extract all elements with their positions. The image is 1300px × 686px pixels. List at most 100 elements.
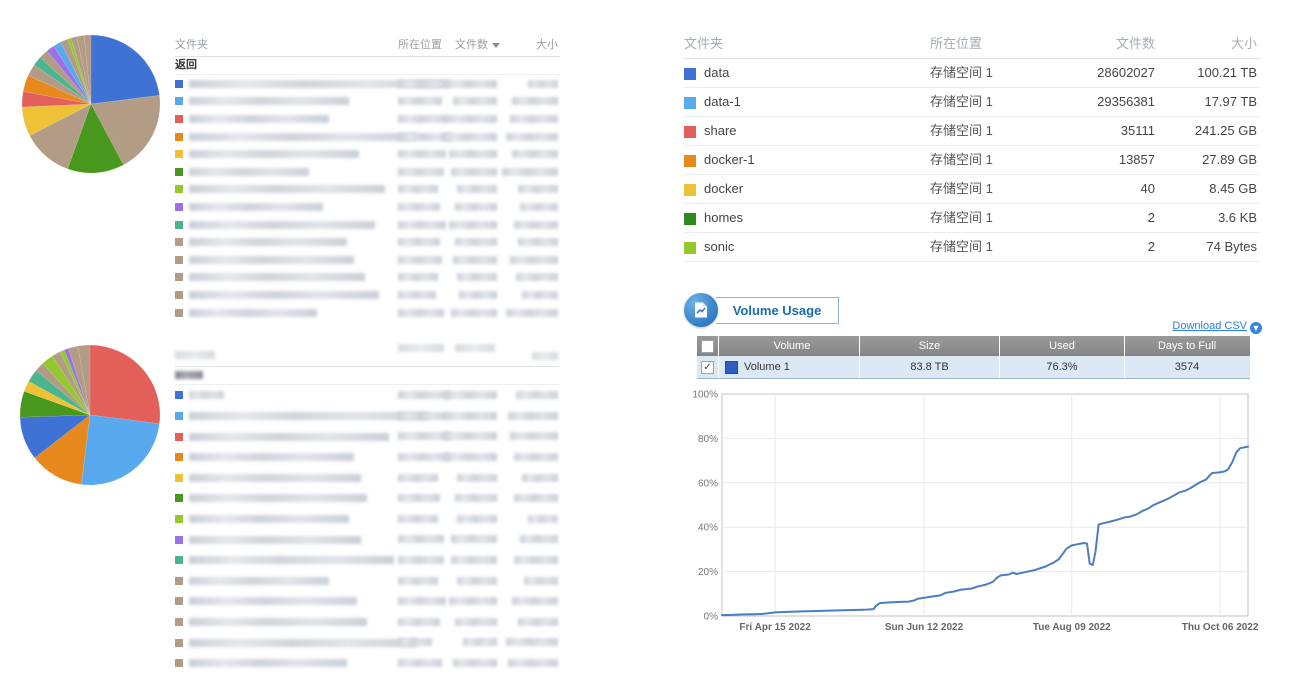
folder-row-blurred[interactable]	[175, 467, 560, 488]
folder-row-blurred[interactable]	[175, 632, 560, 653]
download-icon[interactable]: ▼	[1250, 322, 1262, 334]
blurred-filecount	[443, 432, 497, 440]
folder-row-docker-1[interactable]: docker-1存储空间 11385727.89 GB	[684, 146, 1260, 175]
blurred-filecount	[457, 515, 497, 523]
folder-color-swatch	[175, 221, 183, 229]
folder-row-blurred[interactable]	[175, 447, 560, 468]
folder-size: 3.6 KB	[1218, 204, 1257, 232]
folder-size-pie-chart-top[interactable]	[21, 34, 161, 174]
blurred-filecount	[445, 391, 497, 399]
blurred-location	[398, 150, 446, 158]
pie-slice-blue[interactable]	[91, 35, 159, 104]
folder-row-blurred[interactable]	[175, 110, 560, 128]
folder-row-blurred[interactable]	[175, 163, 560, 181]
table-header-row-blurred	[175, 344, 560, 367]
folder-size: 8.45 GB	[1209, 175, 1257, 203]
folder-color-swatch	[175, 639, 183, 647]
column-filecount[interactable]: 文件数	[1116, 30, 1155, 58]
pie-slice-lightblue[interactable]	[81, 415, 159, 485]
volume-size: 83.8 TB	[860, 356, 1000, 378]
blurred-location	[398, 659, 442, 667]
folder-row-blurred[interactable]	[175, 251, 560, 269]
pie-slice-red[interactable]	[90, 345, 160, 424]
back-link[interactable]: 返回	[175, 57, 560, 75]
folder-row-blurred[interactable]	[175, 612, 560, 633]
section-title: Volume Usage	[733, 303, 822, 318]
column-location[interactable]: 所在位置	[398, 34, 442, 56]
folder-row-blurred[interactable]	[175, 509, 560, 530]
folder-row-data[interactable]: data存储空间 128602027100.21 TB	[684, 59, 1260, 88]
folder-color-swatch	[175, 291, 183, 299]
volume-row[interactable]: ✓ Volume 1 83.8 TB 76.3% 3574	[697, 356, 1250, 378]
folder-color-swatch	[175, 80, 183, 88]
folder-row-blurred[interactable]	[175, 304, 560, 322]
back-link-blurred[interactable]	[175, 367, 560, 385]
blurred-folder-name	[189, 639, 417, 647]
folder-color-swatch	[175, 412, 183, 420]
folder-color-swatch	[175, 597, 183, 605]
folder-color-swatch	[175, 150, 183, 158]
blurred-location	[398, 291, 436, 299]
folder-row-blurred[interactable]	[175, 75, 560, 93]
folder-row-blurred[interactable]	[175, 653, 560, 674]
folder-row-blurred[interactable]	[175, 93, 560, 111]
folder-row-blurred[interactable]	[175, 145, 560, 163]
folder-color-swatch	[175, 659, 183, 667]
folder-row-blurred[interactable]	[175, 591, 560, 612]
folder-color-swatch	[175, 238, 183, 246]
blurred-folder-name	[189, 659, 347, 667]
blurred-filecount	[445, 453, 497, 461]
folder-row-blurred[interactable]	[175, 550, 560, 571]
blurred-folder-name	[189, 391, 224, 399]
blurred-location	[398, 412, 448, 420]
folder-color-swatch	[175, 577, 183, 585]
blurred-size	[512, 597, 558, 605]
blurred-filecount	[449, 597, 497, 605]
blurred-location	[398, 273, 438, 281]
column-size[interactable]: 大小	[536, 34, 558, 56]
folder-row-share[interactable]: share存储空间 135111241.25 GB	[684, 117, 1260, 146]
column-filecount-sorted[interactable]: 文件数	[455, 34, 500, 56]
blurred-location	[398, 515, 438, 523]
folder-row-blurred[interactable]	[175, 385, 560, 406]
folder-row-blurred[interactable]	[175, 529, 560, 550]
folder-row-blurred[interactable]	[175, 128, 560, 146]
folder-row-blurred[interactable]	[175, 216, 560, 234]
table-body	[175, 385, 560, 673]
column-folder[interactable]: 文件夹	[684, 36, 723, 51]
select-all-checkbox[interactable]	[701, 340, 714, 353]
folder-color-swatch	[175, 309, 183, 317]
folder-color-swatch	[175, 618, 183, 626]
blurred-filecount	[449, 221, 497, 229]
folder-row-blurred[interactable]	[175, 181, 560, 199]
column-size[interactable]: 大小	[1231, 30, 1257, 58]
folder-row-blurred[interactable]	[175, 233, 560, 251]
folder-row-blurred[interactable]	[175, 198, 560, 216]
folder-row-blurred[interactable]	[175, 570, 560, 591]
blurred-header	[455, 344, 495, 352]
folder-row-homes[interactable]: homes存储空间 123.6 KB	[684, 204, 1260, 233]
folder-row-data-1[interactable]: data-1存储空间 12935638117.97 TB	[684, 88, 1260, 117]
blurred-size	[520, 535, 558, 543]
x-tick-label: Tue Aug 09 2022	[1033, 622, 1111, 633]
folder-color-swatch	[175, 185, 183, 193]
folder-row-sonic[interactable]: sonic存储空间 1274 Bytes	[684, 233, 1260, 262]
folder-color-swatch	[684, 242, 696, 254]
folder-name: docker-1	[704, 152, 755, 167]
folder-color-swatch	[175, 168, 183, 176]
blurred-folder-name	[189, 168, 309, 176]
blurred-location	[398, 309, 444, 317]
column-folder[interactable]: 文件夹	[175, 39, 208, 51]
folder-row-blurred[interactable]	[175, 426, 560, 447]
folder-row-blurred[interactable]	[175, 488, 560, 509]
volume-checkbox[interactable]: ✓	[701, 361, 714, 374]
folder-row-blurred[interactable]	[175, 286, 560, 304]
folder-color-swatch	[175, 453, 183, 461]
download-csv-link[interactable]: Download CSV	[1172, 320, 1247, 332]
folder-row-docker[interactable]: docker存储空间 1408.45 GB	[684, 175, 1260, 204]
folder-size-pie-chart-bottom[interactable]	[19, 344, 161, 486]
x-tick-label: Sun Jun 12 2022	[885, 622, 964, 633]
folder-row-blurred[interactable]	[175, 406, 560, 427]
column-location[interactable]: 所在位置	[930, 30, 982, 58]
folder-row-blurred[interactable]	[175, 269, 560, 287]
